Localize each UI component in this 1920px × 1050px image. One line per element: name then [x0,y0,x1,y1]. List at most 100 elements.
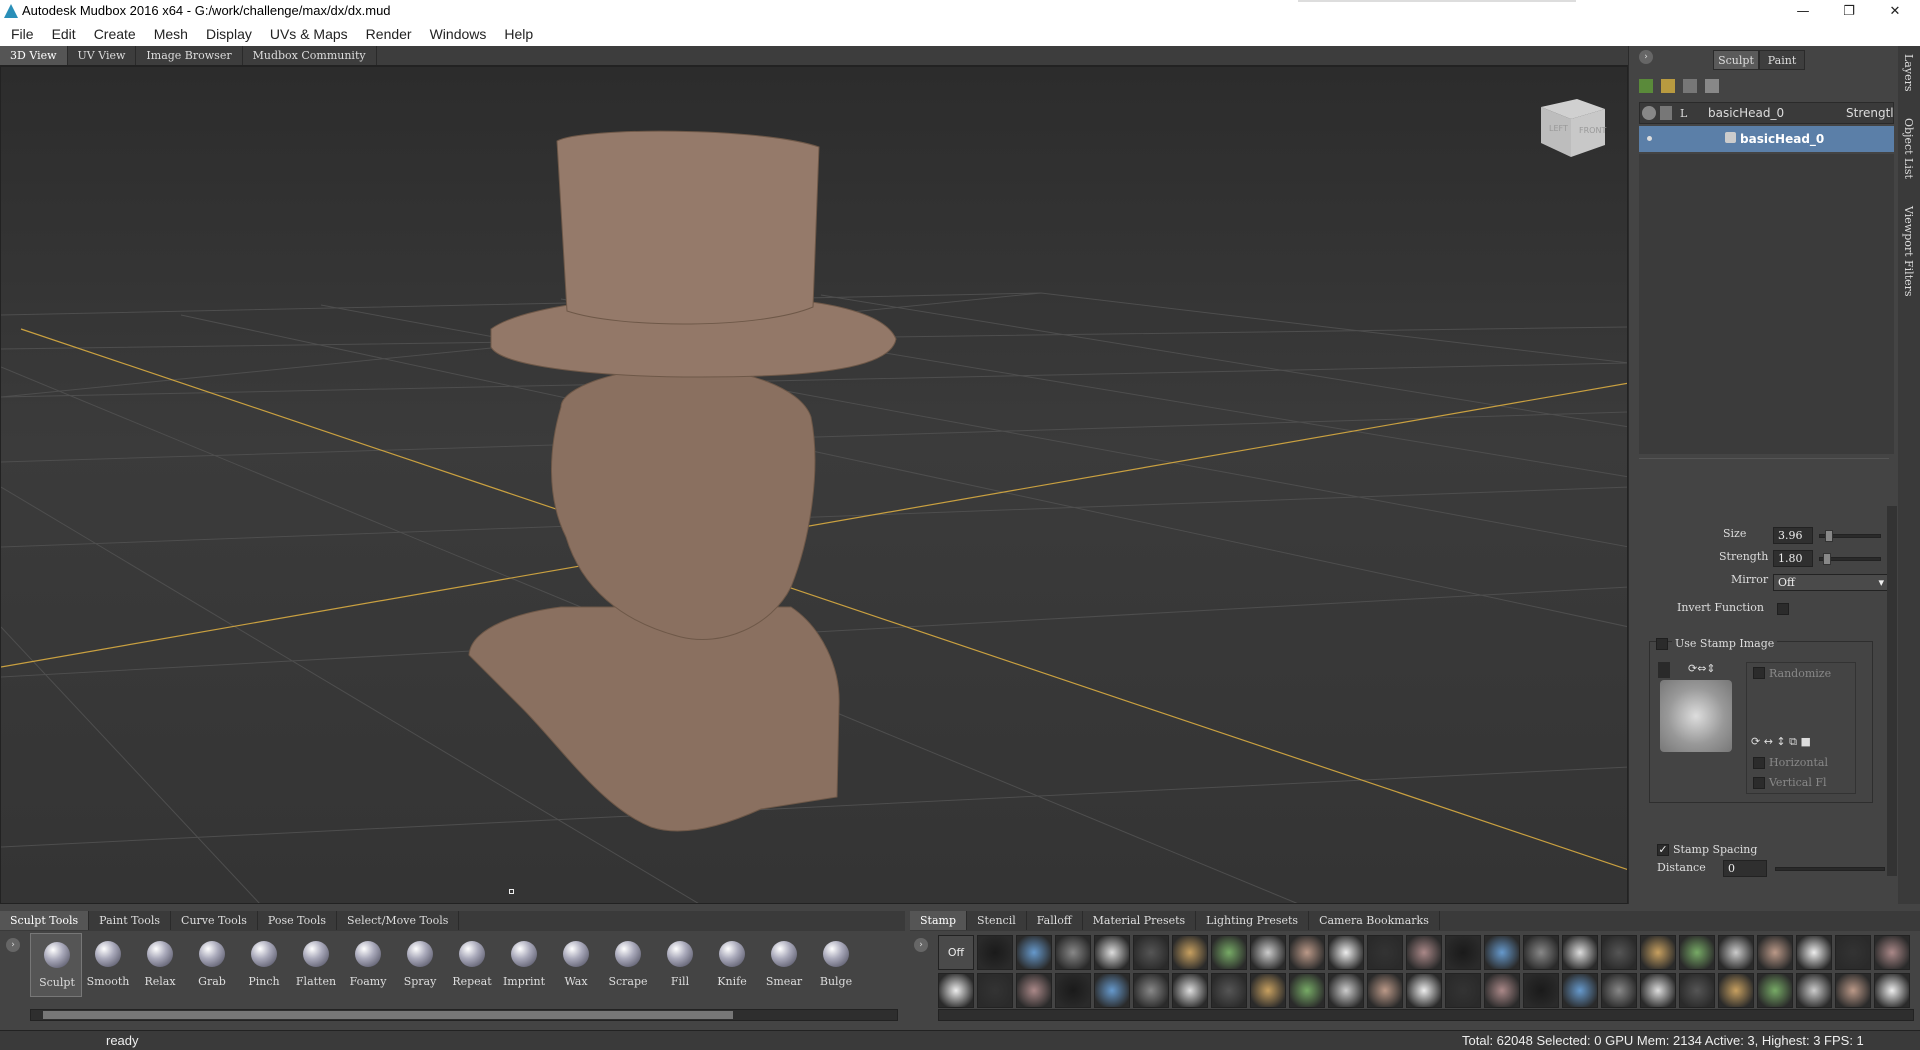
visibility-eye-icon[interactable] [1642,106,1656,120]
stamp-thumbnail[interactable] [1601,973,1637,1008]
stamp-thumbnail[interactable] [1367,973,1403,1008]
stamp-thumbnail[interactable] [1055,935,1091,970]
menu-windows[interactable]: Windows [419,26,494,42]
tray-scrollbar[interactable] [938,1009,1914,1021]
properties-scrollbar[interactable] [1887,506,1897,876]
strength-slider-handle[interactable] [1823,553,1831,565]
tab-image-browser[interactable]: Image Browser [136,46,243,65]
wax-tool[interactable]: Wax [550,933,602,997]
stamp-thumbnail[interactable] [1445,973,1481,1008]
delete-layer-icon[interactable] [1683,79,1697,93]
tab-select-move-tools[interactable]: Select/Move Tools [337,911,460,930]
stamp-thumbnail[interactable] [1016,935,1052,970]
stamp-thumbnail[interactable] [1289,973,1325,1008]
stamp-thumbnail[interactable] [1211,935,1247,970]
flatten-tool[interactable]: Flatten [290,933,342,997]
stamp-thumbnail[interactable] [1757,935,1793,970]
menu-mesh[interactable]: Mesh [143,26,195,42]
tab-lighting-presets[interactable]: Lighting Presets [1196,911,1310,930]
viewcube[interactable]: LEFT FRONT [1537,95,1609,161]
relax-tool[interactable]: Relax [134,933,186,997]
tab-sculpt-tools[interactable]: Sculpt Tools [0,911,90,930]
repeat-tool[interactable]: Repeat [446,933,498,997]
stamp-rotate-icon[interactable]: ⟳⇔⇕ [1688,662,1728,676]
stamp-thumbnail[interactable] [1757,973,1793,1008]
stamp-thumbnail[interactable] [977,935,1013,970]
tray-menu-icon[interactable]: › [914,938,928,952]
layer-visible-dot-icon[interactable] [1647,136,1652,141]
stamp-thumbnail[interactable] [1133,935,1169,970]
tab-mudbox-community[interactable]: Mudbox Community [243,46,377,65]
menu-edit[interactable]: Edit [41,26,83,42]
spray-tool[interactable]: Spray [394,933,446,997]
tab-paint-tools[interactable]: Paint Tools [89,911,172,930]
stamp-thumbnail[interactable] [1874,935,1910,970]
use-stamp-checkbox[interactable] [1656,638,1668,650]
menu-render[interactable]: Render [355,26,419,42]
stamp-transform-icons[interactable]: ⟳ ↔ ↕ ⧉ ■ [1751,735,1811,749]
close-button[interactable]: ✕ [1872,0,1918,22]
stamp-thumbnail[interactable] [977,973,1013,1008]
stamp-thumbnail[interactable] [1718,935,1754,970]
stamp-thumbnail[interactable] [1796,973,1832,1008]
invert-function-checkbox[interactable] [1777,603,1789,615]
smooth-tool[interactable]: Smooth [82,933,134,997]
size-slider-handle[interactable] [1825,530,1833,542]
stamp-thumbnail[interactable] [1211,973,1247,1008]
strength-field[interactable]: 1.80 [1773,550,1813,567]
mirror-dropdown[interactable]: Off ▾ [1773,574,1889,591]
stamp-thumbnail[interactable] [1133,973,1169,1008]
stamp-thumbnail[interactable] [1406,935,1442,970]
stamp-thumbnail[interactable] [1328,973,1364,1008]
minimize-button[interactable]: — [1780,0,1826,22]
stamp-thumbnail[interactable] [1679,935,1715,970]
3d-viewport[interactable]: LEFT FRONT [0,66,1628,904]
randomize-checkbox[interactable] [1753,667,1765,679]
stamp-thumbnail[interactable] [1367,935,1403,970]
stamp-thumbnail[interactable] [1679,973,1715,1008]
shelf-menu-icon[interactable]: › [6,938,20,952]
stamp-thumbnail[interactable] [1796,935,1832,970]
menu-help[interactable]: Help [493,26,540,42]
stamp-off-button[interactable]: Off [938,935,974,970]
lock-icon[interactable] [1660,106,1672,120]
tab-stamp[interactable]: Stamp [910,911,967,930]
scrape-tool[interactable]: Scrape [602,933,654,997]
stamp-help-icon[interactable] [1658,662,1670,678]
distance-slider[interactable] [1775,867,1885,871]
collapse-arrow-icon[interactable]: › [1639,50,1653,64]
layer-row[interactable]: basicHead_0 [1639,126,1894,152]
tab-layers[interactable]: Layers [1902,54,1915,92]
tab-3d-view[interactable]: 3D View [0,46,68,65]
new-layer-icon[interactable] [1639,79,1653,93]
tab-curve-tools[interactable]: Curve Tools [171,911,258,930]
stamp-thumbnail[interactable] [1835,973,1871,1008]
stamp-thumbnail[interactable] [1250,973,1286,1008]
stamp-thumbnail[interactable] [1484,935,1520,970]
tab-falloff[interactable]: Falloff [1027,911,1083,930]
distance-field[interactable]: 0 [1723,860,1767,877]
tab-viewport-filters[interactable]: Viewport Filters [1902,206,1915,297]
stamp-thumbnail[interactable] [1328,935,1364,970]
foamy-tool[interactable]: Foamy [342,933,394,997]
stamp-thumbnail[interactable] [1172,935,1208,970]
tab-sculpt-mode[interactable]: Sculpt [1713,50,1759,70]
stamp-thumbnail[interactable] [1289,935,1325,970]
stamp-thumbnail[interactable] [1640,935,1676,970]
tab-paint-mode[interactable]: Paint [1759,50,1805,70]
stamp-preview[interactable] [1660,680,1732,752]
menu-display[interactable]: Display [195,26,259,42]
stamp-thumbnail[interactable] [1172,973,1208,1008]
bulge-tool[interactable]: Bulge [810,933,862,997]
tool-shelf-scroll-thumb[interactable] [43,1011,733,1019]
tab-camera-bookmarks[interactable]: Camera Bookmarks [1309,911,1440,930]
size-field[interactable]: 3.96 [1773,527,1813,544]
stamp-thumbnail[interactable] [1094,935,1130,970]
pinch-tool[interactable]: Pinch [238,933,290,997]
menu-file[interactable]: File [0,26,41,42]
stamp-thumbnail[interactable] [1874,973,1910,1008]
tool-shelf-scrollbar[interactable] [30,1009,898,1021]
imprint-tool[interactable]: Imprint [498,933,550,997]
new-folder-icon[interactable] [1661,79,1675,93]
stamp-thumbnail[interactable] [1562,935,1598,970]
